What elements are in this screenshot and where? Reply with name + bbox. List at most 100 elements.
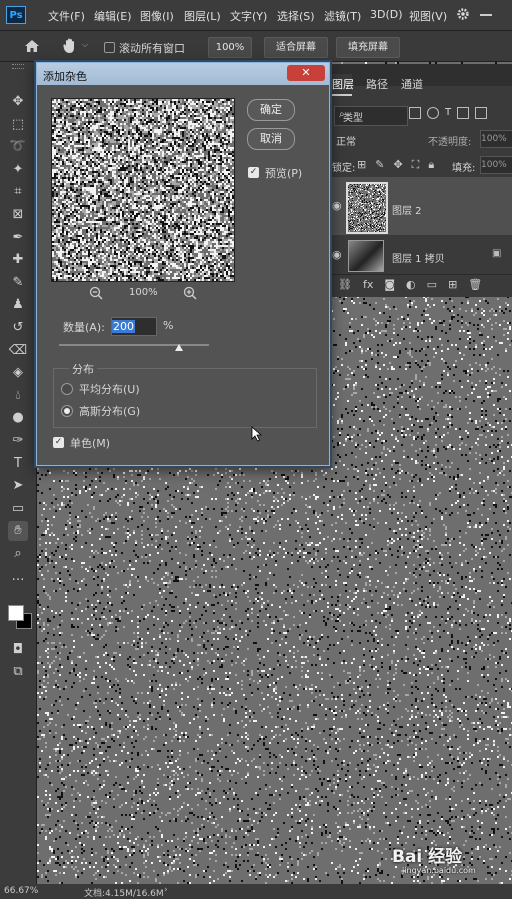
quick-mask-icon[interactable]: ◘ <box>8 640 28 660</box>
stamp-tool-icon[interactable]: ♟ <box>8 295 28 315</box>
add-noise-dialog: 添加杂色 ✕ 100% 确定 取消 ✓ 预览(P) 数量(A): 200 % 分… <box>36 62 330 466</box>
layer-name[interactable]: 图层 1 拷贝 <box>392 250 445 265</box>
lock-move-icon[interactable]: ✥ <box>393 158 402 172</box>
history-brush-icon[interactable]: ↺ <box>8 318 28 338</box>
status-zoom[interactable]: 66.67% <box>4 886 38 896</box>
menu-select[interactable]: 选择(S) <box>277 8 315 24</box>
tab-paths[interactable]: 路径 <box>366 76 388 92</box>
chevron-right-icon[interactable]: › <box>164 885 168 895</box>
visibility-eye-icon[interactable]: ◉ <box>332 199 342 212</box>
menu-layer[interactable]: 图层(L) <box>184 8 221 24</box>
color-swatches[interactable] <box>8 605 32 629</box>
new-layer-icon[interactable]: ⊞ <box>448 278 457 291</box>
layer-filter-select[interactable]: ⌕ 类型 <box>334 106 408 126</box>
status-doc-info: 文档:4.15M/16.6M <box>84 886 164 899</box>
uniform-radio[interactable] <box>61 383 73 395</box>
paint-bucket-icon[interactable]: ◈ <box>8 363 28 383</box>
distribution-label: 分布 <box>69 361 97 377</box>
menu-image[interactable]: 图像(I) <box>140 8 174 24</box>
chevron-down-icon[interactable]: ⌵ <box>82 40 88 50</box>
mask-icon[interactable]: ◙ <box>384 278 395 291</box>
layer-row[interactable]: ◉ 图层 2 <box>330 177 512 235</box>
smart-object-filter-icon[interactable] <box>475 107 487 119</box>
adjustment-filter-icon[interactable] <box>427 107 439 119</box>
scroll-all-checkbox[interactable] <box>104 42 115 53</box>
dialog-title: 添加杂色 <box>43 68 87 84</box>
screen-mode-icon[interactable]: ⧉ <box>8 662 28 682</box>
menu-edit[interactable]: 编辑(E) <box>94 8 132 24</box>
healing-brush-icon[interactable]: ✚ <box>8 250 28 270</box>
blend-mode-select[interactable]: 正常 <box>336 133 356 148</box>
layer-thumbnail <box>348 240 384 272</box>
menu-view[interactable]: 视图(V) <box>409 8 447 24</box>
adjustment-icon[interactable]: ◐ <box>406 278 416 291</box>
menu-file[interactable]: 文件(F) <box>48 8 85 24</box>
amount-slider-thumb[interactable] <box>175 344 183 351</box>
lock-transparent-icon[interactable]: ⊞ <box>357 158 366 172</box>
zoom-out-icon[interactable] <box>89 286 103 300</box>
dodge-tool-icon[interactable]: ● <box>8 408 28 428</box>
menu-3d[interactable]: 3D(D) <box>370 8 403 21</box>
fit-screen-button[interactable]: 适合屏幕 <box>264 37 328 58</box>
noise-preview[interactable] <box>51 98 235 282</box>
tab-layers[interactable]: 图层 <box>332 76 354 92</box>
menu-bar: Ps 文件(F) 编辑(E) 图像(I) 图层(L) 文字(Y) 选择(S) 滤… <box>0 0 512 31</box>
move-tool-icon[interactable]: ✥ <box>8 92 28 112</box>
menu-type[interactable]: 文字(Y) <box>230 8 267 24</box>
shape-filter-icon[interactable] <box>457 107 469 119</box>
path-select-icon[interactable]: ➤ <box>8 476 28 496</box>
hand-tool-icon[interactable] <box>62 37 78 55</box>
fx-icon[interactable]: fx <box>363 278 373 291</box>
brush-tool-icon[interactable]: ✎ <box>8 273 28 293</box>
lock-paint-icon[interactable]: ✎ <box>375 158 384 172</box>
rectangle-tool-icon[interactable]: ▭ <box>8 499 28 519</box>
zoom-field[interactable]: 100% <box>208 37 252 58</box>
eyedropper-icon[interactable]: ✒ <box>8 228 28 248</box>
dialog-title-bar[interactable]: 添加杂色 ✕ <box>37 63 329 85</box>
pen-tool-icon[interactable]: ✑ <box>8 431 28 451</box>
marquee-tool-icon[interactable]: ⬚ <box>8 115 28 135</box>
monochrome-checkbox[interactable]: ✓ <box>53 437 64 448</box>
eraser-icon[interactable]: ⌫ <box>8 341 28 361</box>
more-tools-icon[interactable]: … <box>8 567 28 587</box>
image-filter-icon[interactable] <box>409 107 421 119</box>
fill-field[interactable]: 100% <box>480 156 512 174</box>
status-bar: 66.67% 文档:4.15M/16.6M › <box>0 884 512 899</box>
cancel-button[interactable]: 取消 <box>247 128 295 150</box>
type-tool-icon[interactable]: T <box>8 454 28 474</box>
lasso-tool-icon[interactable]: ➰ <box>8 137 28 157</box>
gear-icon[interactable] <box>456 7 470 21</box>
minimize-icon[interactable] <box>480 14 492 16</box>
tab-channels[interactable]: 通道 <box>401 76 423 92</box>
foreground-color-swatch[interactable] <box>8 605 24 621</box>
menu-filter[interactable]: 滤镜(T) <box>324 8 361 24</box>
toolbar-grip[interactable] <box>12 64 24 69</box>
type-filter-icon[interactable]: T <box>445 107 451 119</box>
opacity-field[interactable]: 100% <box>480 130 512 148</box>
fill-screen-button[interactable]: 填充屏幕 <box>336 37 400 58</box>
amount-slider-track[interactable] <box>59 344 209 346</box>
blur-tool-icon[interactable]: 💧︎ <box>8 386 28 406</box>
magic-wand-icon[interactable]: ✦ <box>8 160 28 180</box>
ok-button[interactable]: 确定 <box>247 99 295 121</box>
folder-icon[interactable]: ▭ <box>427 278 437 291</box>
home-icon[interactable] <box>24 39 40 53</box>
layer-row[interactable]: ◉ 图层 1 拷贝 ▣ <box>330 236 512 274</box>
layer-name[interactable]: 图层 2 <box>392 202 422 217</box>
trash-icon[interactable]: 🗑︎ <box>468 278 482 291</box>
link-icon[interactable]: ⛓ <box>338 278 352 291</box>
zoom-in-icon[interactable] <box>183 286 197 300</box>
close-icon[interactable]: ✕ <box>287 65 325 81</box>
frame-tool-icon[interactable]: ⊠ <box>8 205 28 225</box>
hand-tool-icon[interactable]: ✋︎ <box>8 521 28 541</box>
zoom-tool-icon[interactable]: ⌕ <box>8 544 28 564</box>
visibility-eye-icon[interactable]: ◉ <box>332 248 342 261</box>
lock-icons: ⊞ ✎ ✥ ⛶ 🔒︎ <box>357 158 434 172</box>
crop-tool-icon[interactable]: ⌗ <box>8 182 28 202</box>
lock-artboard-icon[interactable]: ⛶ <box>412 158 420 172</box>
amount-label: 数量(A): <box>63 319 105 335</box>
amount-input[interactable]: 200 <box>111 317 157 336</box>
gaussian-radio[interactable] <box>61 405 73 417</box>
preview-checkbox[interactable]: ✓ <box>248 167 259 178</box>
lock-all-icon[interactable]: 🔒︎ <box>428 158 434 172</box>
